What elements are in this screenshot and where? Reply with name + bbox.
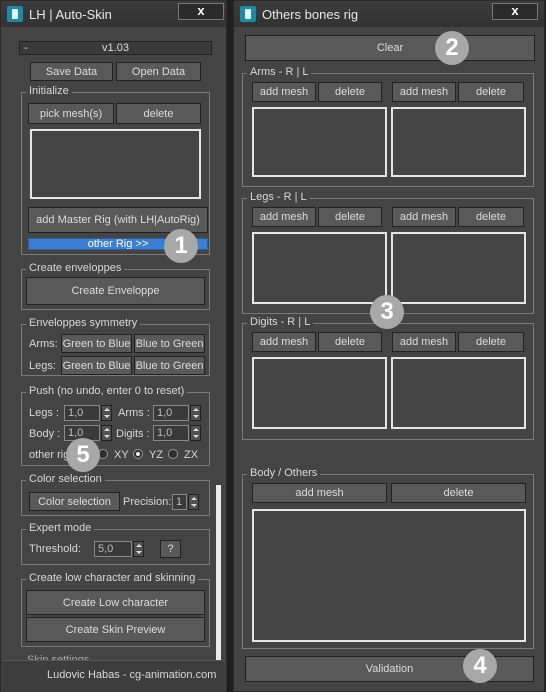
callout-badge-5: 5 xyxy=(66,438,100,472)
push-legs-arrows[interactable] xyxy=(101,405,112,421)
create-skin-preview-button[interactable]: Create Skin Preview xyxy=(26,617,205,642)
autoskin-window: LH | Auto-Skin x - v1.03 Save Data Open … xyxy=(0,0,227,692)
footer-credit: Ludovic Habas - cg-animation.com xyxy=(47,669,217,681)
axis-yz-label: YZ xyxy=(149,449,164,461)
push-arms-arrows[interactable] xyxy=(190,405,201,421)
save-data-button[interactable]: Save Data xyxy=(30,62,113,81)
precision-label: Precision: xyxy=(123,496,172,508)
mesh-list[interactable] xyxy=(30,129,201,199)
push-digits-spinner[interactable]: 1,0 xyxy=(153,425,201,441)
push-legs-label: Legs : xyxy=(29,407,59,419)
arms-r-mesh-list[interactable] xyxy=(252,107,387,177)
arms-l-delete-button[interactable]: delete xyxy=(458,82,524,102)
arms-l-add-mesh-button[interactable]: add mesh xyxy=(392,82,456,102)
window-title: LH | Auto-Skin xyxy=(29,7,112,22)
body-add-mesh-button[interactable]: add mesh xyxy=(252,483,387,503)
threshold-value[interactable]: 5,0 xyxy=(94,541,132,557)
create-low-character-button[interactable]: Create Low character xyxy=(26,590,205,615)
footer-bar: Ludovic Habas - cg-animation.com xyxy=(2,660,225,692)
arms-blue-to-green-button[interactable]: Blue to Green xyxy=(134,334,205,353)
legs-l-mesh-list[interactable] xyxy=(391,232,526,304)
window-title: Others bones rig xyxy=(262,7,359,22)
legs-symmetry-label: Legs: xyxy=(29,360,56,372)
precision-spinner[interactable]: 1 xyxy=(172,494,199,510)
pick-mesh-button[interactable]: pick mesh(s) xyxy=(28,103,114,124)
scrollbar-thumb[interactable] xyxy=(216,485,221,661)
digits-r-delete-button[interactable]: delete xyxy=(318,332,382,352)
others-bones-window: Others bones rig x Clear Arms - R | L ad… xyxy=(233,0,545,692)
autoskin-titlebar[interactable]: LH | Auto-Skin x xyxy=(1,1,226,27)
app-icon xyxy=(240,6,256,22)
push-body-label: Body : xyxy=(29,428,61,440)
close-button[interactable]: x xyxy=(492,3,538,20)
digits-l-delete-button[interactable]: delete xyxy=(458,332,524,352)
push-body-arrows[interactable] xyxy=(101,425,112,441)
arms-r-add-mesh-button[interactable]: add mesh xyxy=(252,82,316,102)
version-rollout-header[interactable]: - v1.03 xyxy=(19,41,212,55)
low-character-label: Create low character and skinning xyxy=(26,572,199,584)
arms-green-to-blue-button[interactable]: Green to Blue xyxy=(61,334,132,353)
push-legs-spinner[interactable]: 1,0 xyxy=(64,405,112,421)
axis-yz-radio[interactable] xyxy=(133,449,143,459)
digits-l-add-mesh-button[interactable]: add mesh xyxy=(392,332,456,352)
app-icon xyxy=(7,6,23,22)
version-label: v1.03 xyxy=(102,42,129,54)
expert-help-button[interactable]: ? xyxy=(160,540,181,558)
digits-label: Digits - R | L xyxy=(247,316,314,328)
legs-l-add-mesh-button[interactable]: add mesh xyxy=(392,207,456,227)
digits-r-mesh-list[interactable] xyxy=(252,357,387,429)
callout-badge-3: 3 xyxy=(370,295,404,329)
legs-r-mesh-list[interactable] xyxy=(252,232,387,304)
push-digits-value[interactable]: 1,0 xyxy=(153,425,189,441)
other-rig-axis-label: other rig xyxy=(29,449,70,461)
precision-arrows[interactable] xyxy=(188,494,199,510)
others-bones-titlebar[interactable]: Others bones rig x xyxy=(234,1,544,27)
create-enveloppes-label: Create enveloppes xyxy=(26,262,125,274)
enveloppes-symmetry-label: Enveloppes symmetry xyxy=(26,317,141,329)
expert-mode-label: Expert mode xyxy=(26,522,95,534)
legs-label: Legs - R | L xyxy=(247,191,310,203)
arms-label: Arms - R | L xyxy=(247,66,312,78)
axis-zx-label: ZX xyxy=(184,449,199,461)
color-selection-button[interactable]: Color selection xyxy=(29,492,120,511)
precision-value[interactable]: 1 xyxy=(172,494,187,510)
arms-symmetry-label: Arms: xyxy=(29,338,58,350)
push-arms-value[interactable]: 1,0 xyxy=(153,405,189,421)
legs-r-delete-button[interactable]: delete xyxy=(318,207,382,227)
push-label: Push (no undo, enter 0 to reset) xyxy=(26,385,188,397)
threshold-label: Threshold: xyxy=(29,543,81,555)
arms-r-delete-button[interactable]: delete xyxy=(318,82,382,102)
digits-l-mesh-list[interactable] xyxy=(391,357,526,429)
body-delete-button[interactable]: delete xyxy=(391,483,526,503)
close-button[interactable]: x xyxy=(178,3,224,20)
create-enveloppe-button[interactable]: Create Enveloppe xyxy=(26,277,205,305)
callout-badge-4: 4 xyxy=(463,649,497,683)
push-legs-value[interactable]: 1,0 xyxy=(64,405,100,421)
delete-mesh-button[interactable]: delete xyxy=(116,103,201,124)
body-others-label: Body / Others xyxy=(247,467,321,479)
digits-r-add-mesh-button[interactable]: add mesh xyxy=(252,332,316,352)
initialize-label: Initialize xyxy=(26,85,72,97)
body-mesh-list[interactable] xyxy=(252,509,526,642)
legs-l-delete-button[interactable]: delete xyxy=(458,207,524,227)
color-selection-label: Color selection xyxy=(26,473,105,485)
push-digits-arrows[interactable] xyxy=(190,425,201,441)
threshold-spinner[interactable]: 5,0 xyxy=(94,541,144,557)
axis-xy-label: XY xyxy=(114,449,129,461)
legs-blue-to-green-button[interactable]: Blue to Green xyxy=(134,356,205,375)
callout-badge-1: 1 xyxy=(164,229,198,263)
open-data-button[interactable]: Open Data xyxy=(116,62,201,81)
callout-badge-2: 2 xyxy=(435,31,469,65)
axis-zx-radio[interactable] xyxy=(168,449,178,459)
push-arms-label: Arms : xyxy=(118,407,150,419)
threshold-arrows[interactable] xyxy=(133,541,144,557)
legs-r-add-mesh-button[interactable]: add mesh xyxy=(252,207,316,227)
legs-green-to-blue-button[interactable]: Green to Blue xyxy=(61,356,132,375)
clear-button[interactable]: Clear xyxy=(245,35,535,61)
push-arms-spinner[interactable]: 1,0 xyxy=(153,405,201,421)
arms-l-mesh-list[interactable] xyxy=(391,107,526,177)
push-digits-label: Digits : xyxy=(116,428,150,440)
rollout-collapse-toggle[interactable]: - xyxy=(24,42,28,54)
